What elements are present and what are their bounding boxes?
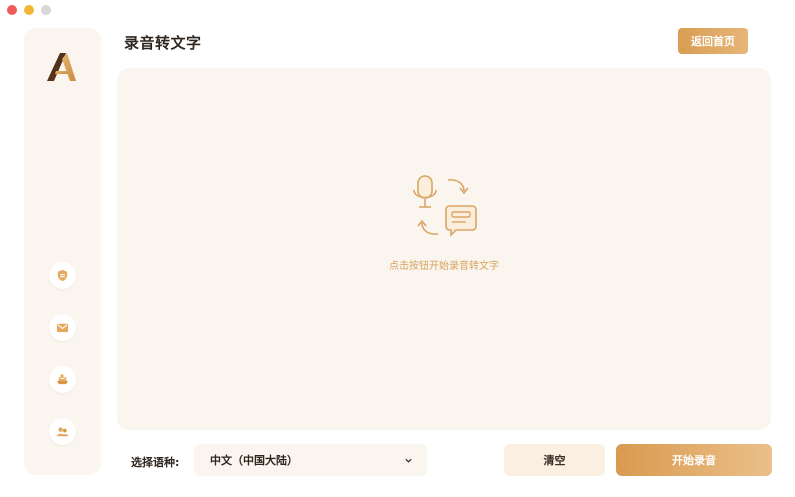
shield-icon: [57, 269, 68, 282]
sidebar-item-shield[interactable]: [49, 262, 76, 289]
sidebar-item-users[interactable]: [49, 418, 76, 445]
page-title: 录音转文字: [124, 34, 202, 52]
mic-to-text-icon: [413, 175, 477, 237]
clear-button[interactable]: 清空: [504, 444, 605, 476]
window-controls: [7, 5, 51, 15]
language-selected-value: 中文（中国大陆）: [210, 454, 298, 467]
app-logo-icon: [47, 53, 76, 81]
close-window-button[interactable]: [7, 5, 17, 15]
users-icon: [56, 427, 69, 437]
transcription-panel: 点击按钮开始录音转文字: [117, 68, 771, 430]
ship-icon: [56, 374, 69, 385]
mail-icon: [56, 323, 69, 333]
back-to-home-button[interactable]: 返回首页: [678, 28, 748, 54]
language-label: 选择语种:: [131, 456, 180, 469]
chevron-down-icon: [405, 458, 412, 463]
maximize-window-button[interactable]: [41, 5, 51, 15]
sidebar-item-mail[interactable]: [49, 314, 76, 341]
sidebar: [24, 28, 101, 475]
minimize-window-button[interactable]: [24, 5, 34, 15]
language-select[interactable]: 中文（中国大陆）: [194, 444, 427, 476]
sidebar-item-ship[interactable]: [49, 366, 76, 393]
start-hint-text: 点击按钮开始录音转文字: [389, 261, 499, 272]
start-recording-button[interactable]: 开始录音: [616, 444, 772, 476]
